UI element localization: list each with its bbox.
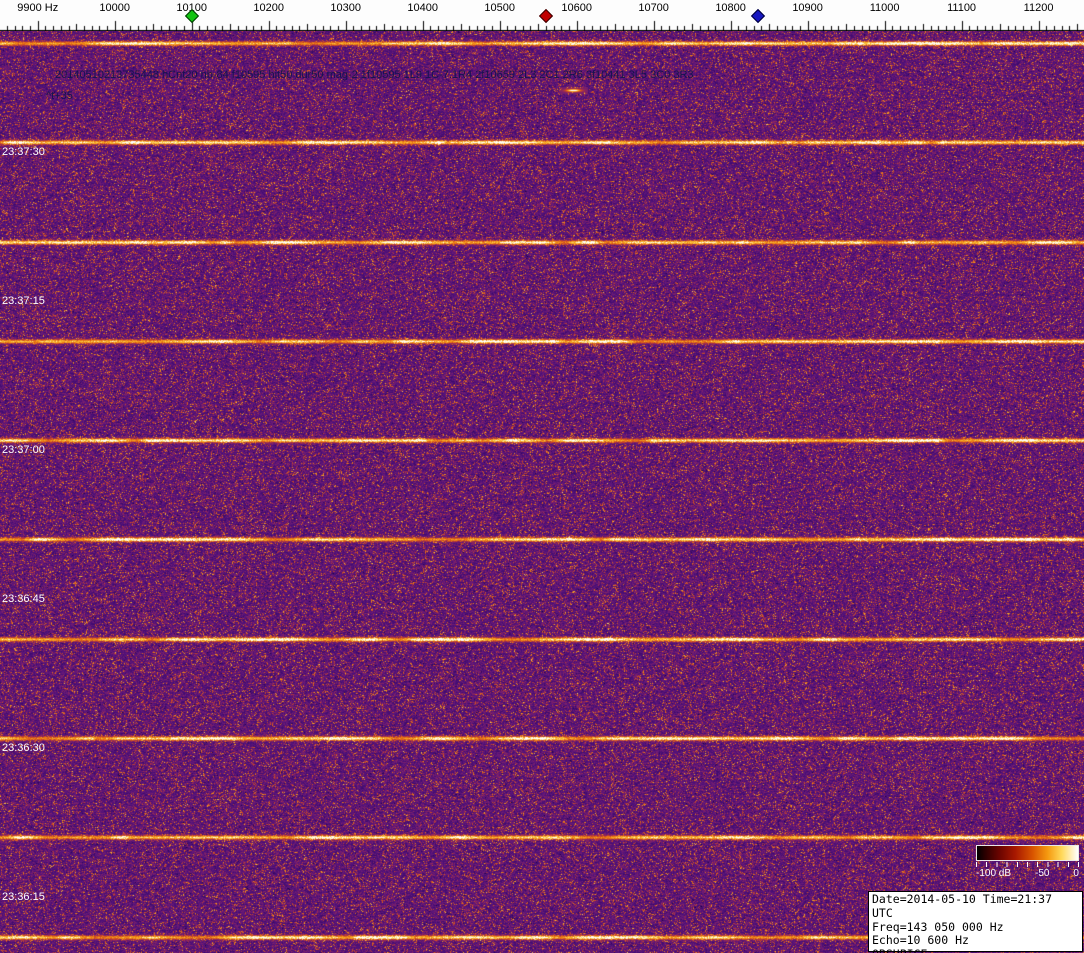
info-frequency: Freq=143 050 000 Hz: [872, 919, 1004, 934]
info-date-time: Date=2014-05-10 Time=21:37 UTC: [872, 892, 1053, 920]
info-station-name: OBSUPICE: [872, 947, 1079, 953]
freq-tick-label-10500: 10500: [484, 2, 515, 14]
spectrogram-app: 9900 Hz100001010010200103001040010500106…: [0, 0, 1084, 953]
freq-tick-label-10000: 10000: [99, 2, 130, 14]
time-tick-label-233615: 23:36:15: [2, 890, 45, 903]
freq-tick-label-10200: 10200: [253, 2, 284, 14]
freq-tick-label-11200: 11200: [1023, 2, 1054, 14]
time-tick-label-233630: 23:36:30: [2, 741, 45, 754]
time-tick-label-233700: 23:37:00: [2, 444, 45, 457]
time-tick-label-233645: 23:36:45: [2, 592, 45, 605]
freq-tick-label-10800: 10800: [715, 2, 746, 14]
intensity-legend: -100 dB -50 0: [976, 845, 1079, 879]
legend-tick-marks: [976, 862, 1079, 867]
frequency-ruler: 9900 Hz100001010010200103001040010500106…: [0, 0, 1084, 31]
legend-label-min: -100 dB: [976, 868, 1012, 879]
freq-tick-label-10600: 10600: [561, 2, 592, 14]
station-info-box: Date=2014-05-10 Time=21:37 UTC Freq=143 …: [868, 891, 1083, 953]
time-tick-label-233715: 23:37:15: [2, 295, 45, 308]
freq-tick-label-10700: 10700: [638, 2, 669, 14]
freq-tick-label-11100: 11100: [947, 2, 977, 14]
intensity-gradient-bar: [976, 845, 1079, 861]
freq-tick-label-11000: 11000: [869, 2, 900, 14]
detection-annotation-text: 20140510213735448 hCnt20 nb-84 f10595 hi…: [55, 69, 694, 81]
freq-tick-label-9900: 9900 Hz: [17, 2, 59, 14]
info-echo-frequency: Echo=10 600 Hz: [872, 933, 969, 948]
spectrogram-waterfall-canvas[interactable]: [0, 31, 1084, 953]
time-tick-label-233730: 23:37:30: [2, 146, 45, 159]
legend-label-max: 0: [1073, 868, 1079, 879]
freq-tick-label-10400: 10400: [407, 2, 438, 14]
legend-label-row: -100 dB -50 0: [976, 868, 1079, 879]
freq-tick-label-10300: 10300: [330, 2, 361, 14]
freq-tick-label-10900: 10900: [792, 2, 823, 14]
legend-label-mid: -50: [1035, 868, 1050, 879]
cursor-annotation-text: ^t+35: [46, 90, 73, 102]
